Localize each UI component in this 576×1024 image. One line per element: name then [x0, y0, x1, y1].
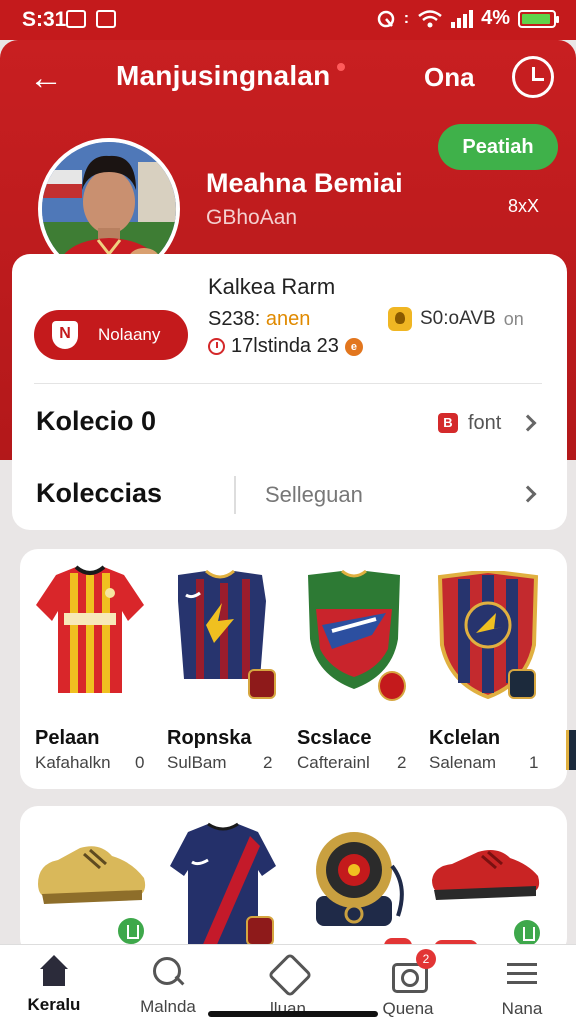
- red-shoe-image: [432, 850, 540, 900]
- team-name: Kalkea Rarm: [208, 274, 336, 299]
- nav-item-shop[interactable]: lluan: [238, 955, 338, 1019]
- badge-icon: [246, 916, 274, 946]
- stat-prefix: S238:: [208, 308, 261, 330]
- item-name: Kclelan: [429, 727, 501, 749]
- score-text: S0:oAVB: [420, 308, 496, 329]
- nav-item-home[interactable]: Keralu: [4, 955, 104, 1015]
- score-box: S0:oAVB on: [388, 307, 524, 331]
- home-indicator[interactable]: [208, 1011, 378, 1017]
- battery-text: 4%: [481, 7, 510, 29]
- collection-card: Pelaan Kafahalkn 0 Ropnska SulBam 2 Scsl…: [20, 549, 567, 789]
- status-time: S:31: [22, 8, 67, 31]
- item-count: 2: [397, 753, 407, 772]
- signal-icon: [451, 9, 474, 28]
- coin-icon: e: [344, 337, 363, 356]
- profile-handle: GBhoAan: [206, 206, 298, 229]
- camera-icon: 2: [390, 949, 436, 993]
- back-arrow-icon[interactable]: ←: [28, 60, 64, 96]
- score-suffix: on: [503, 308, 524, 329]
- shoe-image: [38, 846, 146, 904]
- stat-time-text: 17lstinda 23: [231, 335, 339, 357]
- badge-icon: [508, 669, 536, 699]
- ball-bag-image: [316, 832, 404, 926]
- item-name: Pelaan: [35, 727, 100, 749]
- page-title: Manjusingnalan: [116, 60, 331, 91]
- membership-label: Nolaany: [98, 325, 161, 344]
- nav-badge: 2: [416, 949, 436, 969]
- badge-icon: [248, 669, 276, 699]
- shirt-icon: [270, 955, 306, 991]
- vertical-divider: [234, 476, 236, 514]
- collection-item[interactable]: [34, 565, 146, 704]
- check-badge-icon: [116, 916, 146, 946]
- stat-highlight: anen: [265, 308, 311, 330]
- item-name: Ropnska: [167, 727, 252, 749]
- nav-item-menu[interactable]: Nana: [472, 955, 572, 1019]
- alarm-icon: [377, 10, 395, 27]
- home-icon: [37, 955, 71, 987]
- battery-fill: [522, 13, 550, 24]
- search-icon: [151, 955, 185, 989]
- shop-item-ball[interactable]: [308, 826, 412, 951]
- header-action-button[interactable]: Ona: [424, 62, 475, 93]
- follow-button[interactable]: Peatiah: [438, 124, 558, 170]
- shop-item-shoe[interactable]: [34, 834, 150, 915]
- jersey-image: [36, 565, 144, 693]
- profile-extra[interactable]: 8xX: [508, 196, 539, 217]
- title-notification-dot: [337, 63, 345, 71]
- item-name: Scslace: [297, 727, 372, 749]
- scroll-peek-item: [566, 730, 576, 770]
- item-count: 2: [263, 753, 273, 772]
- trophy-icon: [388, 307, 412, 331]
- history-clock-icon[interactable]: [512, 56, 554, 98]
- item-subtitle: SulBam: [167, 753, 227, 772]
- menu-icon: [504, 955, 540, 991]
- font-badge-icon: B: [438, 413, 458, 433]
- item-subtitle: Kafahalkn: [35, 753, 111, 772]
- nav-item-search[interactable]: Malnda: [118, 955, 218, 1017]
- membership-button[interactable]: N Nolaany: [34, 310, 188, 360]
- font-link[interactable]: font: [468, 412, 501, 435]
- gallery-icon: [66, 10, 86, 28]
- collections-title[interactable]: Koleccias: [36, 478, 162, 509]
- item-subtitle: Salenam: [429, 753, 497, 772]
- nav-label: Keralu: [27, 995, 81, 1014]
- shield-icon: N: [52, 321, 78, 349]
- nav-item-camera[interactable]: 2 Quena: [358, 949, 458, 1019]
- wifi-icon: [418, 9, 442, 27]
- timer-icon: [208, 338, 225, 355]
- item-subtitle: Cafterainl: [297, 753, 370, 772]
- item-count: 0: [135, 753, 145, 772]
- profile-name: Meahna Bemiai: [206, 168, 403, 198]
- divider: [34, 383, 542, 384]
- collection-count-title[interactable]: Kolecio 0: [36, 406, 156, 437]
- status-icons: : 4%: [376, 7, 559, 30]
- stat-line-time: 17lstinda 23 e: [208, 335, 363, 358]
- image-icon: [96, 10, 116, 28]
- shop-item-shoe-red[interactable]: [428, 834, 544, 915]
- badge-icon: [378, 671, 406, 701]
- collection-selector[interactable]: Selleguan: [265, 482, 363, 508]
- item-count: 1: [529, 753, 539, 772]
- battery-icon: [518, 9, 559, 28]
- nav-label: Nana: [501, 999, 543, 1018]
- nav-label: Malnda: [140, 997, 196, 1016]
- shop-items-card: [20, 806, 567, 956]
- stat-line: S238: anen: [208, 308, 310, 331]
- status-bar: S:31 : 4%: [0, 0, 576, 40]
